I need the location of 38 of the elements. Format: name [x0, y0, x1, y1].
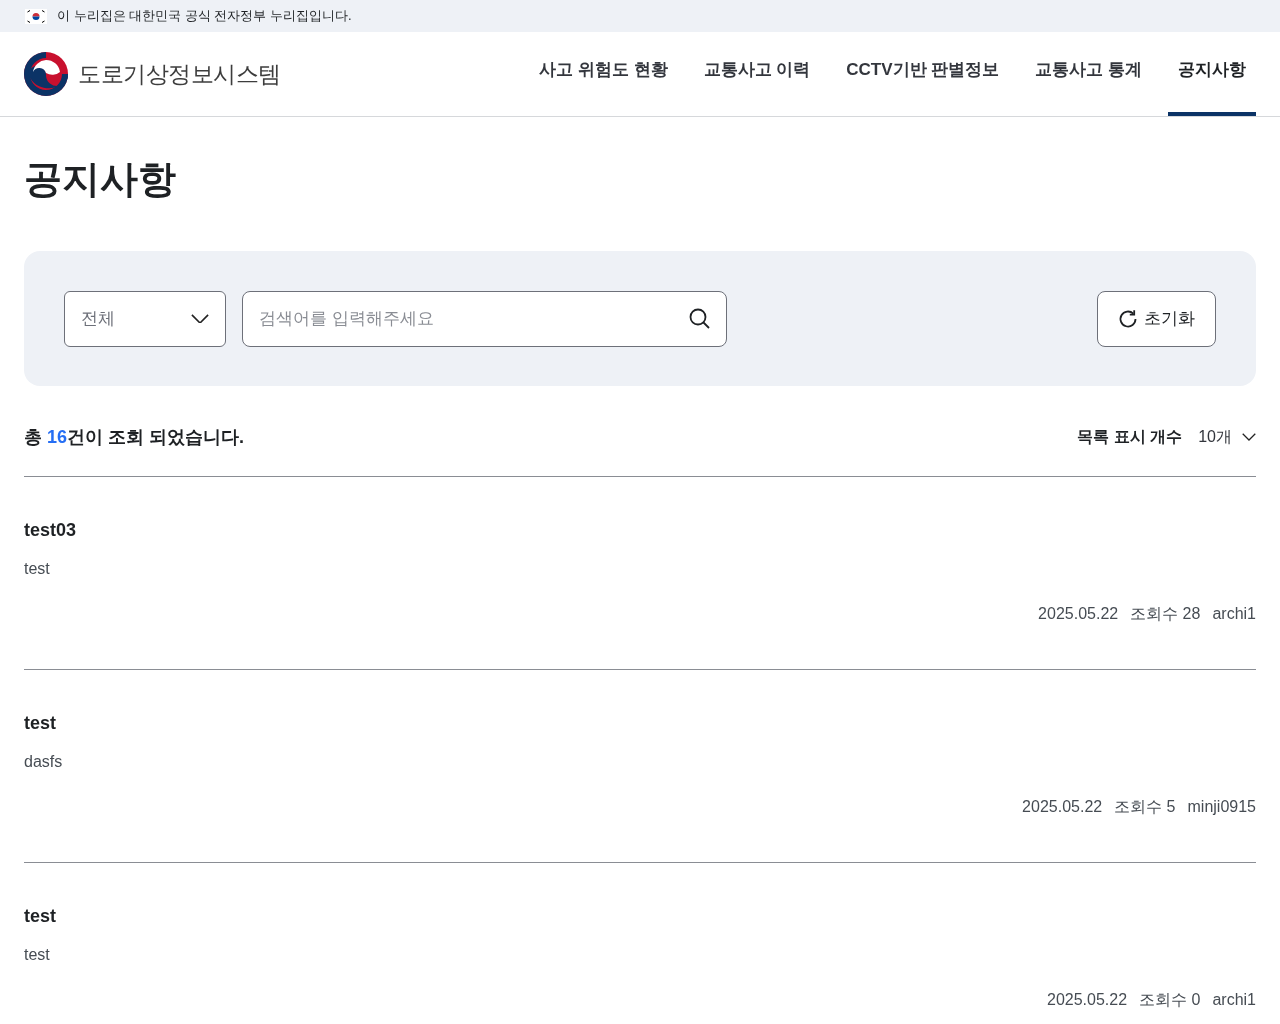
page-title: 공지사항 [24, 157, 176, 202]
notice-author: archi1 [1212, 990, 1256, 1010]
search-field[interactable]: 검색어를 입력해주세요 [242, 290, 727, 347]
notice-title: test03 [24, 519, 77, 542]
reset-button[interactable]: 초기화 [1097, 290, 1216, 347]
notice-date: 2025.05.22 [1038, 604, 1119, 624]
notice-body: test [24, 945, 50, 965]
nav-tab[interactable]: 교통사고 이력 [693, 32, 821, 116]
notice-item[interactable]: test dasfs 2025.05.22 조회수 5 minji0915 [24, 670, 1256, 863]
flag-icon [25, 8, 47, 24]
notice-date: 2025.05.22 [1047, 990, 1128, 1010]
emblem-logo-icon [24, 52, 68, 96]
notice-item[interactable]: test test 2025.05.22 조회수 0 archi1 [24, 863, 1256, 1024]
refresh-icon [1118, 308, 1138, 329]
page-size-select[interactable]: 10개 [1198, 425, 1256, 449]
result-count-text: 총 16건이 조회 되었습니다. [24, 425, 245, 449]
notice-title: test [24, 905, 56, 928]
nav-tab[interactable]: 공지사항 [1168, 32, 1256, 116]
page-size-label: 목록 표시 개수 [1077, 427, 1183, 447]
category-select[interactable]: 전체 [64, 290, 226, 347]
notice-date: 2025.05.22 [1022, 797, 1103, 817]
notice-author: archi1 [1212, 604, 1256, 624]
notice-views: 조회수 0 [1139, 990, 1201, 1010]
search-icon[interactable] [689, 307, 710, 329]
notice-views: 조회수 5 [1114, 797, 1176, 817]
nav-tab[interactable]: 사고 위험도 현황 [529, 32, 678, 116]
notice-body: dasfs [24, 752, 63, 772]
chevron-down-icon [191, 313, 209, 324]
nav-tab[interactable]: 교통사고 통계 [1025, 32, 1152, 116]
site-logo-link[interactable]: 도로기상정보시스템 [24, 32, 281, 116]
notice-author: minji0915 [1187, 797, 1256, 817]
nav-tab[interactable]: CCTV기반 판별정보 [836, 32, 1010, 116]
notice-body: test [24, 559, 50, 579]
notice-item[interactable]: test03 test 2025.05.22 조회수 28 archi1 [24, 477, 1256, 670]
gov-banner-text: 이 누리집은 대한민국 공식 전자정부 누리집입니다. [57, 7, 352, 26]
notice-views: 조회수 28 [1130, 604, 1201, 624]
chevron-down-icon [1242, 433, 1256, 441]
notice-title: test [24, 712, 56, 735]
